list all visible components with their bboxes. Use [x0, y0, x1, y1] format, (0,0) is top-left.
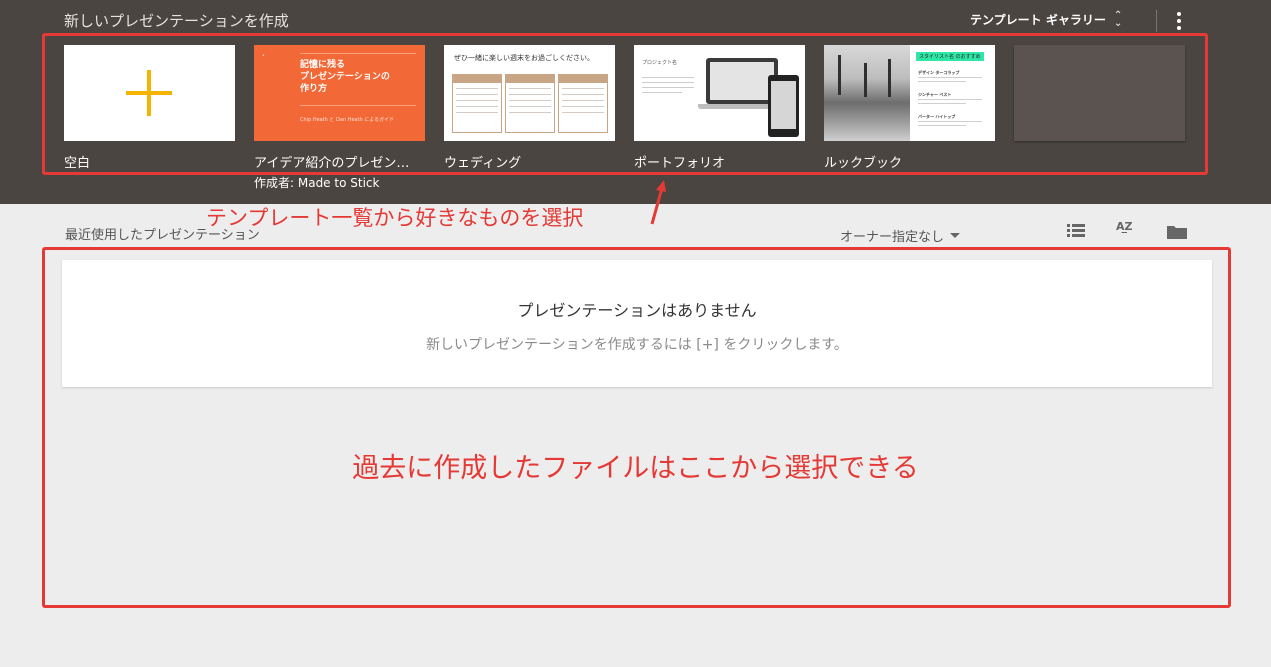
more-vert-icon[interactable] — [1172, 12, 1186, 30]
owner-filter-label: オーナー指定なし — [840, 230, 945, 245]
template-gallery-label: テンプレート ギャラリー — [970, 13, 1106, 27]
dropdown-arrow-icon — [950, 233, 961, 238]
annotation-arrow-icon — [650, 180, 666, 225]
annotation-box-recent — [42, 247, 1231, 608]
annotation-box-templates — [42, 33, 1208, 175]
unfold-more-icon: ⌃ ⌄ — [1113, 9, 1123, 29]
owner-filter-dropdown[interactable]: オーナー指定なし — [840, 226, 961, 245]
annotation-templates-note: テンプレート一覧から好きなものを選択 — [206, 206, 584, 230]
header-divider — [1156, 10, 1157, 32]
header-title: 新しいプレゼンテーションを作成 — [64, 12, 289, 30]
folder-icon[interactable] — [1166, 224, 1188, 240]
template-author: 作成者: Made to Stick — [254, 176, 380, 190]
template-gallery-button[interactable]: テンプレート ギャラリー ⌃ ⌄ — [970, 9, 1123, 29]
sort-az-icon[interactable]: AZ ‾ — [1116, 221, 1133, 242]
annotation-recent-note: 過去に作成したファイルはここから選択できる — [352, 453, 919, 484]
list-view-icon[interactable] — [1067, 224, 1085, 238]
